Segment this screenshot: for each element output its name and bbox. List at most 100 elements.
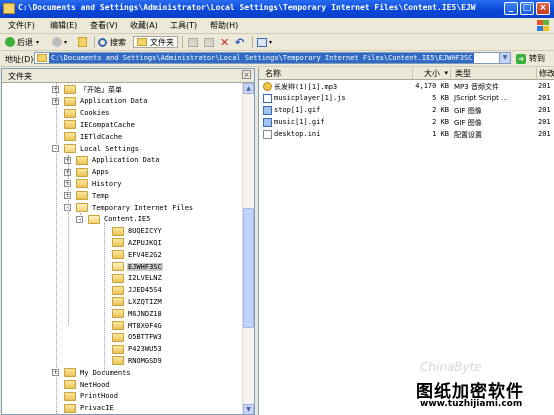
undo-button[interactable]: ↶ xyxy=(235,35,245,49)
tree-node[interactable]: Temporary Internet Files xyxy=(76,202,194,213)
file-date: 201 xyxy=(538,106,551,114)
tree-node-label: IECompatCache xyxy=(80,120,135,129)
tree-node[interactable]: Content.IE5 xyxy=(88,214,151,225)
file-row[interactable]: stop[1].gif 2 KB GIF 图像 201 xyxy=(259,105,554,116)
tree-node[interactable]: JJED45S4 xyxy=(112,285,163,296)
brand-url: www.tuzhijiami.com xyxy=(420,399,523,409)
file-date: 201 xyxy=(538,130,551,138)
close-pane-button[interactable]: × xyxy=(242,70,251,79)
address-bar: 地址(D) C:\Documents and Settings\Administ… xyxy=(0,51,554,67)
chevron-down-icon[interactable]: ▼ xyxy=(499,53,510,63)
up-button[interactable] xyxy=(78,36,87,48)
tree-node-label: O5BTTFW3 xyxy=(128,333,162,342)
maximize-button[interactable]: □ xyxy=(520,2,534,15)
tree-node[interactable]: M6JNDZ18 xyxy=(112,308,163,319)
file-date: 201 xyxy=(538,94,551,102)
tree-node[interactable]: I2LVELNZ xyxy=(112,273,163,284)
menu-file[interactable]: 文件(F) xyxy=(8,20,35,31)
back-button[interactable]: 后退 ▾ xyxy=(5,36,39,48)
file-row[interactable]: music[1].gif 2 KB GIF 图像 201 xyxy=(259,117,554,128)
tree-node[interactable]: IECompatCache xyxy=(64,119,136,130)
tree-node[interactable]: PrintHood xyxy=(64,391,119,402)
menu-tools[interactable]: 工具(T) xyxy=(170,20,197,31)
folder-icon xyxy=(76,203,88,212)
minimize-button[interactable]: _ xyxy=(504,2,518,15)
tree-node[interactable]: Apps xyxy=(76,167,110,178)
file-name: 长发辫(1)[1].mp3 xyxy=(274,83,338,91)
file-row[interactable]: musicplayer[1].js 5 KB JScript Script ... 2… xyxy=(259,93,554,104)
column-size[interactable]: 大小 ▾ xyxy=(413,68,451,80)
folder-icon xyxy=(112,238,124,248)
delete-button[interactable]: ✕ xyxy=(220,36,229,49)
back-arrow-icon xyxy=(5,37,15,47)
tree-node[interactable]: Cookies xyxy=(64,108,111,119)
tree-node[interactable]: IETldCache xyxy=(64,131,123,142)
scroll-thumb[interactable] xyxy=(243,208,254,328)
file-date: 201 xyxy=(538,118,551,126)
menu-edit[interactable]: 编辑(E) xyxy=(50,20,77,31)
windows-logo-icon xyxy=(536,19,550,32)
tree-node[interactable]: AZPUJKQI xyxy=(112,237,163,248)
tree-node-label: Application Data xyxy=(80,97,148,106)
tree-node-label: P423WU53 xyxy=(128,345,162,354)
folders-button[interactable]: 文件夹 xyxy=(133,36,178,48)
tree-node-label: My Documents xyxy=(80,368,131,377)
tree-node[interactable]: LXZQTIZM xyxy=(112,296,163,307)
tree-node[interactable]: EFV4E2G2 xyxy=(112,249,163,260)
tree-node[interactable]: NetHood xyxy=(64,379,111,390)
file-row[interactable]: 长发辫(1)[1].mp3 4,170 KB MP3 音频文件 201 xyxy=(259,81,554,92)
tree-node[interactable]: 8UQEICYY xyxy=(112,226,163,237)
folder-icon xyxy=(76,167,88,177)
tree-node-label: 8UQEICYY xyxy=(128,227,162,236)
move-to-icon xyxy=(188,37,198,47)
scroll-up-icon[interactable]: ▲ xyxy=(243,83,254,94)
column-name[interactable]: 名称 xyxy=(259,68,413,80)
tree-node[interactable]: P423WU53 xyxy=(112,344,163,355)
views-button[interactable]: ▾ xyxy=(257,36,272,48)
undo-icon: ↶ xyxy=(235,35,245,49)
tree-scrollbar[interactable]: ▲ ▼ xyxy=(242,83,254,414)
file-size: 1 KB xyxy=(432,130,449,138)
column-type[interactable]: 类型 xyxy=(451,68,537,80)
tree-node[interactable]: O5BTTFW3 xyxy=(112,332,163,343)
tree-node-label: NetHood xyxy=(80,380,110,389)
explorer-window: C:\Documents and Settings\Administrator\… xyxy=(0,0,554,415)
folder-icon xyxy=(112,309,124,319)
scroll-down-icon[interactable]: ▼ xyxy=(243,404,254,414)
tree-node[interactable]: EJWHF3SC xyxy=(112,261,163,272)
file-type: GIF 图像 xyxy=(454,107,482,115)
tree-node[interactable]: RNOMGSD9 xyxy=(112,355,163,366)
menu-view[interactable]: 查看(V) xyxy=(90,20,118,31)
folder-icon xyxy=(76,155,88,165)
tree-node-label: PrivacIE xyxy=(80,404,114,413)
tree-node[interactable]: History xyxy=(76,178,123,189)
title-bar[interactable]: C:\Documents and Settings\Administrator\… xyxy=(0,0,554,18)
menu-help[interactable]: 帮助(H) xyxy=(210,20,238,31)
menu-bar: 文件(F) 编辑(E) 查看(V) 收藏(A) 工具(T) 帮助(H) xyxy=(0,18,554,34)
forward-button[interactable]: ▾ xyxy=(52,36,67,48)
menu-favorites[interactable]: 收藏(A) xyxy=(130,20,158,31)
tree-node[interactable]: MT8X0F4G xyxy=(112,320,163,331)
go-button[interactable]: ➜ 转到 xyxy=(516,53,545,64)
close-button[interactable]: × xyxy=(536,2,550,15)
copy-to-button[interactable] xyxy=(204,36,214,48)
file-row[interactable]: desktop.ini 1 KB 配置设置 201 xyxy=(259,129,554,140)
tree-node[interactable]: Temp xyxy=(76,190,110,201)
folder-tree: + 「开始」菜单 + Application Data Cookies IECompatC… xyxy=(2,83,242,414)
column-date[interactable]: 修改 xyxy=(537,68,554,80)
tree-node[interactable]: My Documents xyxy=(64,367,132,378)
folders-label: 文件夹 xyxy=(150,37,174,47)
folder-icon xyxy=(112,262,124,271)
tree-node[interactable]: Application Data xyxy=(76,155,160,166)
tree-node[interactable]: 「开始」菜单 xyxy=(64,84,123,95)
tree-node[interactable]: PrivacIE xyxy=(64,403,115,414)
mp3-icon xyxy=(263,82,272,91)
tree-node[interactable]: Application Data xyxy=(64,96,148,107)
tree-node[interactable]: Local Settings xyxy=(64,143,140,154)
folder-icon xyxy=(112,297,124,307)
search-button[interactable]: 搜索 xyxy=(98,36,126,48)
address-input[interactable]: C:\Documents and Settings\Administrator\… xyxy=(34,52,511,64)
move-to-button[interactable] xyxy=(188,36,198,48)
folder-icon xyxy=(64,108,76,118)
tree-node-label: EFV4E2G2 xyxy=(128,250,162,259)
